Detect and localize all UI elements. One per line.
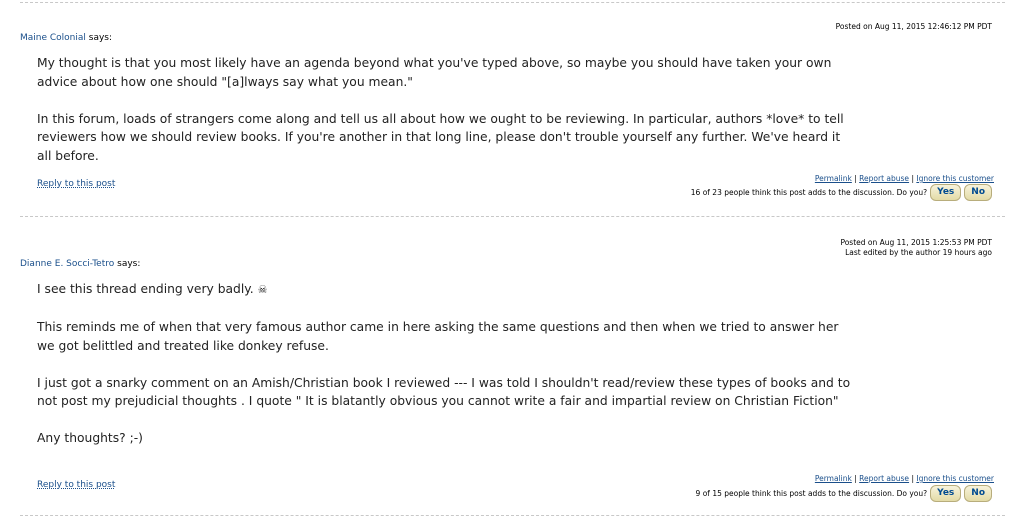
permalink-link[interactable]: Permalink (815, 474, 852, 483)
post-paragraph: I just got a snarky comment on an Amish/… (37, 375, 851, 409)
link-separator: | (854, 474, 857, 483)
no-button[interactable]: No (964, 485, 992, 502)
post-paragraph: This reminds me of when that very famous… (37, 320, 839, 353)
ignore-customer-link[interactable]: Ignore this customer (916, 474, 994, 483)
post-links: Permalink | Report abuse | Ignore this c… (815, 474, 994, 483)
post-first-line: I see this thread ending very badly. (37, 282, 254, 296)
vote-text: 9 of 15 people think this post adds to t… (695, 489, 928, 498)
post-2: Posted on Aug 11, 2015 1:25:53 PM PDT La… (0, 0, 1024, 518)
skull-icon: ☠ (257, 283, 268, 296)
bottom-divider (20, 515, 1005, 516)
post-timestamp: Posted on Aug 11, 2015 1:25:53 PM PDT La… (840, 238, 992, 257)
edited-note: Last edited by the author 19 hours ago (845, 248, 992, 257)
post-paragraph: Any thoughts? ;-) (37, 431, 143, 445)
yes-button[interactable]: Yes (930, 485, 962, 502)
author-line: Dianne E. Socci-Tetro says: (20, 259, 140, 269)
vote-row: 9 of 15 people think this post adds to t… (696, 485, 992, 502)
report-abuse-link[interactable]: Report abuse (859, 474, 909, 483)
post-paragraph-first: I see this thread ending very badly. ☠ (37, 280, 857, 300)
link-separator: | (911, 474, 914, 483)
author-link[interactable]: Dianne E. Socci-Tetro (20, 259, 114, 269)
reply-link[interactable]: Reply to this post (37, 480, 115, 490)
post-body: I see this thread ending very badly. ☠ T… (37, 280, 857, 466)
says-label: says: (117, 259, 141, 269)
